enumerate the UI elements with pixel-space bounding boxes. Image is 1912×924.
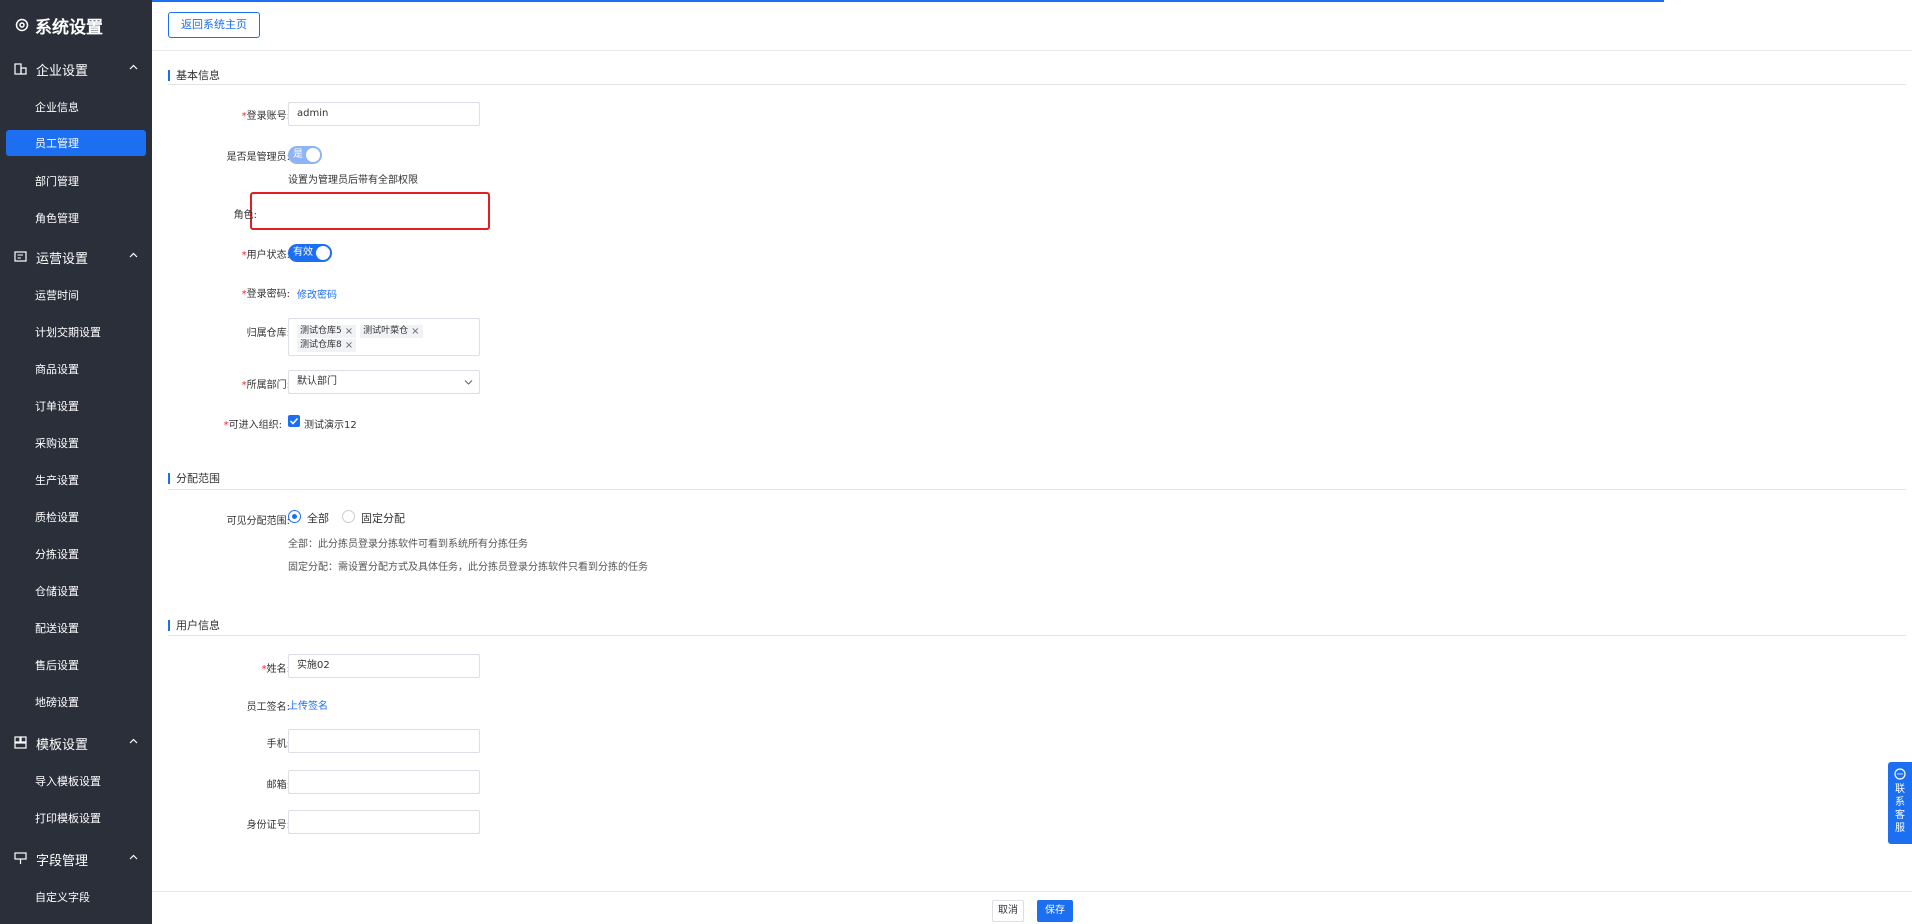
sidebar-item-department[interactable]: 部门管理 bbox=[0, 162, 152, 199]
phone-label: 手机: bbox=[266, 739, 290, 750]
role-label: 角色: bbox=[233, 210, 257, 221]
sidebar-item-op-time[interactable]: 运营时间 bbox=[0, 276, 152, 313]
field-icon bbox=[14, 852, 28, 866]
sidebar-item-qc[interactable]: 质检设置 bbox=[0, 498, 152, 535]
warehouse-tag: 测试仓库8 × bbox=[297, 339, 357, 352]
sidebar-group-fields[interactable]: 字段管理 bbox=[0, 840, 152, 878]
sidebar-group-enterprise[interactable]: 企业设置 bbox=[0, 50, 152, 88]
status-label: *用户状态: bbox=[241, 250, 290, 261]
id-number-input[interactable] bbox=[288, 810, 480, 834]
department-label: *所属部门: bbox=[241, 380, 290, 391]
clipboard-icon bbox=[14, 250, 28, 264]
chevron-up-icon bbox=[129, 738, 138, 744]
warehouse-multiselect[interactable]: 测试仓库5 × 测试叶菜仓 × 测试仓库8 × bbox=[288, 318, 480, 356]
name-input[interactable]: 实施02 bbox=[288, 654, 480, 678]
admin-label: 是否是管理员: bbox=[226, 152, 290, 163]
scope-fixed-radio[interactable] bbox=[342, 510, 355, 523]
close-icon[interactable]: × bbox=[345, 339, 353, 352]
sidebar-item-print-template[interactable]: 打印模板设置 bbox=[0, 799, 152, 836]
status-toggle[interactable]: 有效 bbox=[288, 244, 332, 262]
chevron-up-icon bbox=[129, 252, 138, 258]
divider bbox=[168, 489, 1906, 490]
sidebar-item-purchase[interactable]: 采购设置 bbox=[0, 424, 152, 461]
sidebar-item-storage[interactable]: 仓储设置 bbox=[0, 572, 152, 609]
chevron-up-icon bbox=[129, 854, 138, 860]
customer-service-button[interactable]: 联 系 客 服 bbox=[1888, 762, 1912, 844]
sidebar-item-staff[interactable]: 员工管理 bbox=[6, 130, 146, 156]
divider bbox=[168, 635, 1906, 636]
close-icon[interactable]: × bbox=[411, 325, 419, 338]
gear-icon bbox=[15, 18, 29, 32]
sidebar-item-aftersale[interactable]: 售后设置 bbox=[0, 646, 152, 683]
warehouse-tag: 测试仓库5 × bbox=[297, 325, 357, 338]
signature-label: 员工签名: bbox=[246, 702, 290, 713]
name-label: *姓名: bbox=[261, 664, 290, 675]
sidebar-item-scale[interactable]: 地磅设置 bbox=[0, 683, 152, 720]
change-password-link[interactable]: 修改密码 bbox=[297, 286, 337, 301]
scope-fixed-hint: 固定分配：需设置分配方式及具体任务，此分拣员登录分拣软件只看到分拣的任务 bbox=[288, 562, 648, 573]
section-title-scope: 分配范围 bbox=[168, 473, 220, 484]
chat-icon bbox=[1894, 768, 1906, 780]
email-input[interactable] bbox=[288, 770, 480, 794]
account-input[interactable]: admin bbox=[288, 102, 480, 126]
chevron-up-icon bbox=[129, 64, 138, 70]
cancel-button[interactable]: 取消 bbox=[992, 900, 1024, 922]
account-label: *登录账号: bbox=[241, 111, 290, 122]
email-label: 邮箱: bbox=[266, 780, 290, 791]
role-select[interactable] bbox=[286, 201, 478, 225]
section-title-basic: 基本信息 bbox=[168, 70, 220, 81]
chevron-down-icon bbox=[464, 380, 473, 385]
admin-hint: 设置为管理员后带有全部权限 bbox=[288, 175, 418, 186]
sidebar-item-custom-field[interactable]: 自定义字段 bbox=[0, 878, 152, 915]
divider bbox=[168, 84, 1906, 85]
back-to-home-button[interactable]: 返回系统主页 bbox=[168, 12, 260, 38]
department-select[interactable]: 默认部门 bbox=[288, 370, 480, 394]
scope-all-radio[interactable] bbox=[288, 510, 301, 523]
sidebar-item-delivery-plan[interactable]: 计划交期设置 bbox=[0, 313, 152, 350]
phone-input[interactable] bbox=[288, 729, 480, 753]
template-icon bbox=[14, 736, 28, 750]
main-content: 返回系统主页 基本信息 *登录账号: admin 是否是管理员: 是 设置为管理… bbox=[152, 2, 1912, 924]
building-icon bbox=[14, 62, 28, 76]
warehouse-label: 归属仓库: bbox=[246, 328, 290, 339]
scope-fixed-label: 固定分配 bbox=[361, 512, 405, 525]
warehouse-tag: 测试叶菜仓 × bbox=[360, 325, 423, 338]
sidebar-item-goods[interactable]: 商品设置 bbox=[0, 350, 152, 387]
org-checkbox[interactable] bbox=[288, 415, 300, 427]
scope-all-hint: 全部：此分拣员登录分拣软件可看到系统所有分拣任务 bbox=[288, 539, 528, 550]
check-icon bbox=[289, 417, 299, 425]
scope-all-label: 全部 bbox=[307, 512, 329, 525]
password-label: *登录密码: bbox=[241, 289, 290, 300]
close-icon[interactable]: × bbox=[345, 325, 353, 338]
sidebar-item-production[interactable]: 生产设置 bbox=[0, 461, 152, 498]
admin-toggle[interactable]: 是 bbox=[288, 146, 322, 164]
org-label: *可进入组织: bbox=[223, 420, 282, 431]
save-button[interactable]: 保存 bbox=[1037, 900, 1073, 922]
footer-bar: 取消 保存 bbox=[152, 891, 1912, 924]
upload-signature-link[interactable]: 上传签名 bbox=[288, 697, 328, 712]
sidebar-item-sorting[interactable]: 分拣设置 bbox=[0, 535, 152, 572]
sidebar-item-company-info[interactable]: 企业信息 bbox=[0, 88, 152, 125]
sidebar-item-delivery[interactable]: 配送设置 bbox=[0, 609, 152, 646]
sidebar: 系统设置 企业设置 企业信息 员工管理 部门管理 角色管理 运营设置 运营时间 … bbox=[0, 0, 152, 924]
sidebar-item-orders[interactable]: 订单设置 bbox=[0, 387, 152, 424]
org-option-label: 测试演示12 bbox=[304, 420, 357, 431]
sidebar-item-import-template[interactable]: 导入模板设置 bbox=[0, 762, 152, 799]
sidebar-title: 系统设置 bbox=[0, 0, 152, 50]
divider bbox=[152, 50, 1912, 51]
section-title-user: 用户信息 bbox=[168, 620, 220, 631]
sidebar-group-templates[interactable]: 模板设置 bbox=[0, 724, 152, 762]
sidebar-group-operations[interactable]: 运营设置 bbox=[0, 238, 152, 276]
scope-label: 可见分配范围: bbox=[226, 516, 290, 527]
id-number-label: 身份证号: bbox=[246, 820, 290, 831]
